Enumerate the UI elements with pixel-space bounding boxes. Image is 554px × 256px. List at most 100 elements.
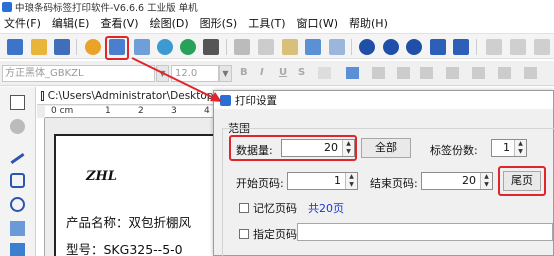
start-page-input[interactable]: 1 ▲ ▼ bbox=[287, 172, 358, 190]
left-toolbox bbox=[0, 87, 36, 256]
text-direction-icon[interactable] bbox=[524, 67, 537, 79]
cut-icon[interactable] bbox=[234, 39, 250, 55]
zoom-fit-icon[interactable] bbox=[406, 39, 422, 55]
specify-page-label: 指定页码 bbox=[253, 228, 297, 241]
font-select[interactable]: 方正黑体_GBKZL bbox=[2, 65, 155, 82]
start-page-label: 开始页码: bbox=[236, 177, 284, 190]
app-title: 中琅条码标签打印软件-V6.6.6 工业版 单机 bbox=[15, 3, 198, 14]
zoom-width-icon[interactable] bbox=[453, 39, 469, 55]
ruler-zero: 0 cm bbox=[51, 106, 74, 116]
text-color-icon[interactable] bbox=[318, 67, 331, 79]
menu-file[interactable]: 文件(F) bbox=[4, 15, 41, 31]
copies-input[interactable]: 1 ▲ ▼ bbox=[491, 139, 527, 157]
font-size-select[interactable]: 12.0 bbox=[171, 65, 219, 82]
copy-icon[interactable] bbox=[258, 39, 274, 55]
remember-page-label: 记忆页码 bbox=[253, 202, 297, 215]
zoom-page-icon[interactable] bbox=[430, 39, 446, 55]
image-tool-icon[interactable] bbox=[10, 221, 25, 236]
barcode-tool-icon[interactable] bbox=[10, 243, 25, 256]
strike-button[interactable]: S bbox=[298, 67, 305, 78]
paste-icon[interactable] bbox=[282, 39, 298, 55]
ruler-tick: 4 bbox=[204, 106, 210, 116]
pointer-tool-icon[interactable] bbox=[10, 95, 25, 110]
copies-label: 标签份数: bbox=[430, 144, 478, 157]
open-icon[interactable] bbox=[31, 39, 47, 55]
menu-window[interactable]: 窗口(W) bbox=[297, 15, 338, 31]
start-page-spinner[interactable]: ▲ ▼ bbox=[345, 173, 357, 189]
hand-tool-icon[interactable] bbox=[10, 119, 25, 134]
specify-page-input[interactable] bbox=[297, 223, 553, 241]
start-page-value: 1 bbox=[334, 174, 341, 187]
copies-value: 1 bbox=[503, 141, 510, 154]
align-right-icon[interactable] bbox=[397, 67, 410, 79]
spin-up-icon[interactable]: ▲ bbox=[481, 173, 492, 181]
grid-green-icon[interactable] bbox=[180, 39, 196, 55]
quantity-highlight bbox=[229, 135, 357, 161]
font-dropdown-icon[interactable]: ▼ bbox=[156, 65, 169, 82]
menu-edit[interactable]: 编辑(E) bbox=[52, 15, 90, 31]
print-highlight bbox=[105, 36, 129, 60]
menu-tools[interactable]: 工具(T) bbox=[248, 15, 285, 31]
barcode-icon[interactable] bbox=[203, 39, 219, 55]
document-path: C:\Users\Administrator\Desktop\ bbox=[47, 89, 217, 102]
label-canvas[interactable]: ZHL 产品名称：双包折棚风 型号：SKG325--5-0 bbox=[54, 134, 217, 256]
redo-icon[interactable] bbox=[329, 39, 345, 55]
align-left-icon[interactable] bbox=[346, 67, 359, 79]
ellipse-tool-icon[interactable] bbox=[10, 197, 25, 212]
distribute-icon[interactable] bbox=[510, 39, 526, 55]
print-preview-icon[interactable] bbox=[134, 39, 150, 55]
spin-down-icon[interactable]: ▼ bbox=[515, 148, 526, 156]
save-icon[interactable] bbox=[54, 39, 70, 55]
spin-up-icon[interactable]: ▲ bbox=[346, 173, 357, 181]
valign-top-icon[interactable] bbox=[446, 67, 459, 79]
line-tool-icon[interactable] bbox=[10, 152, 25, 165]
spin-down-icon[interactable]: ▼ bbox=[481, 181, 492, 189]
dialog-icon bbox=[220, 94, 231, 106]
label-logo[interactable]: ZHL bbox=[86, 169, 117, 184]
ruler-tick: 1 bbox=[105, 106, 111, 116]
toolbar bbox=[0, 33, 554, 59]
document-window: C:\Users\Administrator\Desktop\ 0 cm 1 2… bbox=[37, 87, 217, 256]
dialog-title-bar[interactable]: 打印设置 bbox=[214, 91, 553, 109]
document-title-bar: C:\Users\Administrator\Desktop\ bbox=[37, 87, 217, 105]
menu-bar: 文件(F) 编辑(E) 查看(V) 绘图(D) 图形(S) 工具(T) 窗口(W… bbox=[0, 14, 554, 32]
menu-draw[interactable]: 绘图(D) bbox=[150, 15, 189, 31]
new-icon[interactable] bbox=[7, 39, 23, 55]
underline-button[interactable]: U bbox=[279, 67, 287, 78]
spin-down-icon[interactable]: ▼ bbox=[346, 181, 357, 189]
valign-middle-icon[interactable] bbox=[472, 67, 485, 79]
align-center-icon[interactable] bbox=[372, 67, 385, 79]
justify-icon[interactable] bbox=[420, 67, 433, 79]
bold-button[interactable]: B bbox=[240, 67, 248, 78]
align-icon[interactable] bbox=[486, 39, 502, 55]
zoom-out-icon[interactable] bbox=[383, 39, 399, 55]
specify-page-checkbox[interactable] bbox=[239, 229, 249, 239]
ruler-tick: 2 bbox=[138, 106, 144, 116]
label-model[interactable]: 型号：SKG325--5-0 bbox=[66, 239, 183, 256]
end-page-input[interactable]: 20 ▲ ▼ bbox=[421, 172, 493, 190]
spin-up-icon[interactable]: ▲ bbox=[515, 140, 526, 148]
menu-help[interactable]: 帮助(H) bbox=[349, 15, 388, 31]
database-icon[interactable] bbox=[157, 39, 173, 55]
menu-view[interactable]: 查看(V) bbox=[100, 15, 138, 31]
rect-tool-icon[interactable] bbox=[10, 173, 25, 188]
italic-button[interactable]: I bbox=[260, 67, 264, 78]
end-page-spinner[interactable]: ▲ ▼ bbox=[480, 173, 492, 189]
valign-bottom-icon[interactable] bbox=[498, 67, 511, 79]
horizontal-ruler: 0 cm 1 2 3 4 bbox=[45, 106, 217, 118]
remember-page-checkbox[interactable] bbox=[239, 203, 249, 213]
label-product-name[interactable]: 产品名称：双包折棚风 bbox=[66, 212, 191, 231]
undo-icon[interactable] bbox=[305, 39, 321, 55]
order-icon[interactable] bbox=[534, 39, 550, 55]
end-page-value: 20 bbox=[462, 174, 476, 187]
total-pages: 共20页 bbox=[308, 202, 344, 215]
settings-icon[interactable] bbox=[85, 39, 101, 55]
document-icon bbox=[41, 90, 44, 101]
all-button[interactable]: 全部 bbox=[361, 138, 411, 158]
copies-spinner[interactable]: ▲ ▼ bbox=[514, 140, 526, 156]
menu-shape[interactable]: 图形(S) bbox=[200, 15, 238, 31]
zoom-in-icon[interactable] bbox=[359, 39, 375, 55]
last-page-highlight bbox=[498, 166, 546, 196]
ruler-tick: 3 bbox=[171, 106, 177, 116]
size-dropdown-icon[interactable]: ▼ bbox=[219, 65, 232, 82]
